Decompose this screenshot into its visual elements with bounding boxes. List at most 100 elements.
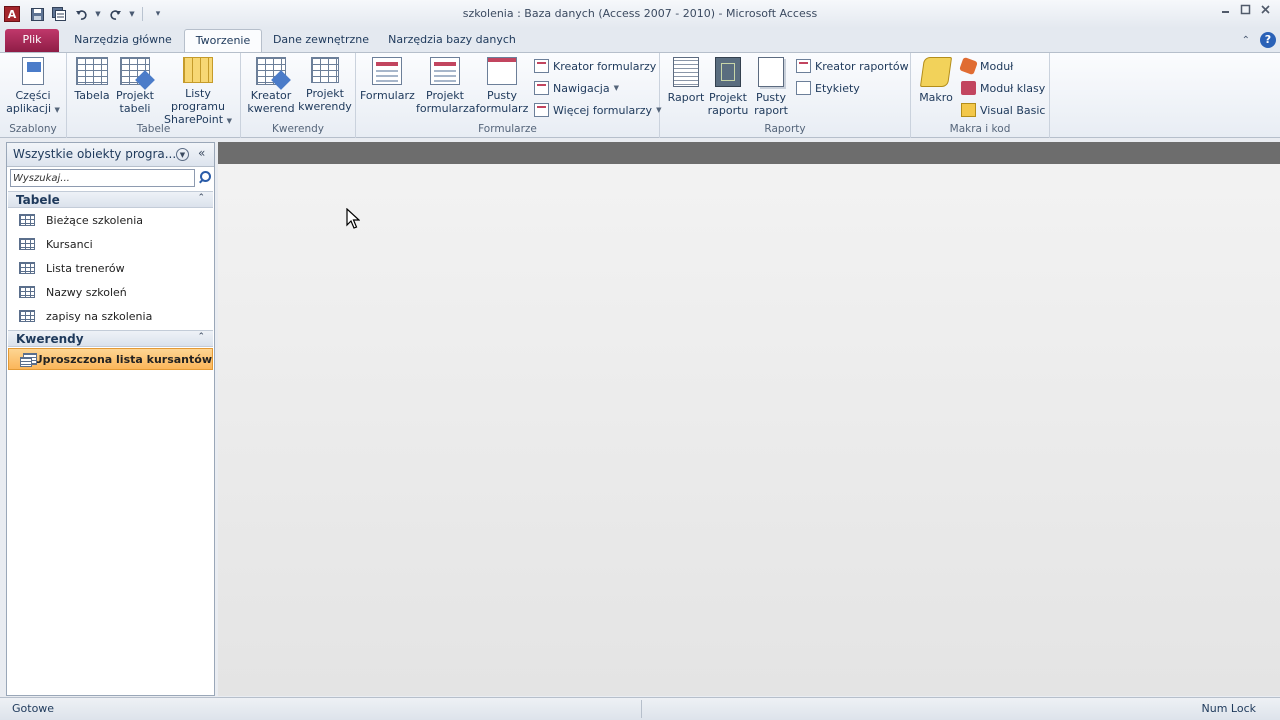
macro-button[interactable]: Makro [917, 57, 955, 104]
close-icon[interactable] [1258, 4, 1272, 18]
class-module-button[interactable]: Moduł klasy [961, 78, 1045, 98]
nav-item-table[interactable]: Kursanci [8, 233, 213, 255]
status-divider [641, 700, 642, 718]
nav-item-table[interactable]: zapisy na szkolenia [8, 305, 213, 327]
more-forms-icon [534, 103, 549, 117]
table-icon [19, 262, 35, 274]
mouse-cursor-icon [346, 208, 360, 229]
blank-form-button[interactable]: Pusty formularz [474, 57, 530, 115]
sharepoint-lists-icon [183, 57, 213, 83]
group-forms: Formularz Projekt formularza Pusty formu… [356, 53, 661, 138]
minimize-ribbon-icon[interactable]: ⌃ [1242, 35, 1250, 46]
tab-home[interactable]: Narzędzia główne [66, 29, 180, 52]
search-input[interactable] [10, 169, 195, 187]
blank-report-button[interactable]: Pusty raport [750, 57, 792, 117]
report-label: Raport [667, 91, 705, 104]
collapse-section-icon[interactable]: ⌃ [197, 332, 205, 342]
query-wizard-label-1: Kreator [250, 89, 292, 102]
table-icon [19, 286, 35, 298]
navigation-icon [534, 81, 549, 95]
labels-button[interactable]: Etykiety [796, 78, 860, 98]
nav-item-label: Uproszczona lista kursantów [33, 352, 212, 366]
group-label-queries: Kwerendy [271, 123, 324, 135]
help-icon[interactable]: ? [1260, 32, 1276, 48]
query-icon [20, 352, 36, 367]
nav-item-label: Bieżące szkolenia [46, 213, 144, 227]
report-icon [673, 57, 699, 87]
num-lock-indicator: Num Lock [1201, 702, 1257, 715]
group-label-macros-code: Makra i kod [949, 123, 1011, 135]
visual-basic-label: Visual Basic [980, 103, 1046, 117]
table-icon [76, 57, 108, 85]
table-button[interactable]: Tabela [73, 57, 111, 102]
dropdown-arrow-icon: ▼ [54, 106, 60, 114]
tab-external-data[interactable]: Dane zewnętrzne [268, 29, 374, 52]
form-button[interactable]: Formularz [360, 57, 415, 102]
collapse-section-icon[interactable]: ⌃ [197, 193, 205, 203]
visual-basic-button[interactable]: Visual Basic [961, 100, 1045, 120]
search-icon[interactable] [198, 170, 212, 184]
shutter-bar-close-icon[interactable]: « [198, 146, 205, 160]
application-parts-label-2: aplikacji [6, 102, 52, 115]
workspace-top-bar [218, 142, 1280, 164]
module-icon [959, 56, 978, 76]
query-wizard-button[interactable]: Kreator kwerend [245, 57, 297, 115]
section-header-queries[interactable]: Kwerendy ⌃ [8, 330, 213, 347]
group-tables: Tabela Projekt tabeli Listy programu Sha… [67, 53, 241, 138]
tab-create[interactable]: Tworzenie [184, 29, 262, 52]
report-design-button[interactable]: Projekt raportu [706, 57, 750, 117]
minimize-icon[interactable] [1218, 4, 1232, 18]
nav-pane-menu-icon[interactable]: ▼ [176, 148, 189, 161]
more-forms-button[interactable]: Więcej formularzy ▼ [534, 100, 661, 120]
form-design-button[interactable]: Projekt formularza [416, 57, 475, 115]
sharepoint-lists-button[interactable]: Listy programu SharePoint ▼ [157, 57, 239, 128]
blank-form-icon [487, 57, 517, 85]
table-design-icon [120, 57, 150, 85]
group-reports: Raport Projekt raportu Pusty raport Krea… [660, 53, 911, 138]
report-wizard-label: Kreator raportów [815, 59, 909, 73]
form-icon [372, 57, 402, 85]
document-workspace [218, 142, 1280, 696]
application-parts-label-1: Części [15, 89, 51, 102]
module-button[interactable]: Moduł [959, 56, 1013, 76]
labels-icon [796, 81, 811, 95]
blank-report-label-1: Pusty [756, 91, 786, 104]
nav-item-query-selected[interactable]: Uproszczona lista kursantów [8, 348, 213, 370]
nav-pane-header[interactable]: Wszystkie obiekty progra... ▼ « [7, 143, 214, 167]
navigation-button[interactable]: Nawigacja ▼ [534, 78, 619, 98]
tab-file[interactable]: Plik [5, 29, 59, 52]
form-design-icon [430, 57, 460, 85]
application-parts-button[interactable]: Części aplikacji ▼ [4, 57, 62, 117]
group-label-tables: Tabele [136, 123, 171, 135]
nav-item-table[interactable]: Bieżące szkolenia [8, 209, 213, 231]
table-design-label-2: tabeli [119, 102, 151, 115]
form-wizard-button[interactable]: Kreator formularzy [534, 56, 656, 76]
section-title-queries: Kwerendy [16, 332, 84, 346]
ribbon-tabs: Plik Narzędzia główne Tworzenie Dane zew… [0, 28, 1280, 52]
dropdown-arrow-icon: ▼ [613, 84, 619, 92]
report-button[interactable]: Raport [666, 57, 706, 104]
report-design-label-1: Projekt [709, 91, 747, 104]
blank-form-label-2: formularz [475, 102, 529, 115]
nav-pane-title[interactable]: Wszystkie obiekty progra... [13, 147, 176, 161]
navigation-label: Nawigacja [553, 81, 610, 95]
report-wizard-button[interactable]: Kreator raportów [796, 56, 909, 76]
section-title-tables: Tabele [16, 193, 60, 207]
group-label-reports: Raporty [764, 123, 806, 135]
application-parts-icon [22, 57, 44, 85]
nav-item-table[interactable]: Lista trenerów [8, 257, 213, 279]
table-design-button[interactable]: Projekt tabeli [114, 57, 156, 115]
group-label-forms: Formularze [478, 123, 537, 135]
query-design-button[interactable]: Projekt kwerendy [297, 57, 353, 113]
nav-item-label: Nazwy szkoleń [46, 285, 127, 299]
restore-icon[interactable] [1238, 4, 1252, 18]
visual-basic-icon [961, 103, 976, 117]
macro-label: Makro [919, 91, 953, 104]
section-header-tables[interactable]: Tabele ⌃ [8, 191, 213, 208]
tab-database-tools[interactable]: Narzędzia bazy danych [384, 29, 520, 52]
labels-label: Etykiety [815, 81, 860, 95]
sharepoint-lists-label-1: Listy programu [171, 87, 225, 113]
nav-item-table[interactable]: Nazwy szkoleń [8, 281, 213, 303]
table-icon [19, 310, 35, 322]
window-title: szkolenia : Baza danych (Access 2007 - 2… [462, 7, 818, 20]
